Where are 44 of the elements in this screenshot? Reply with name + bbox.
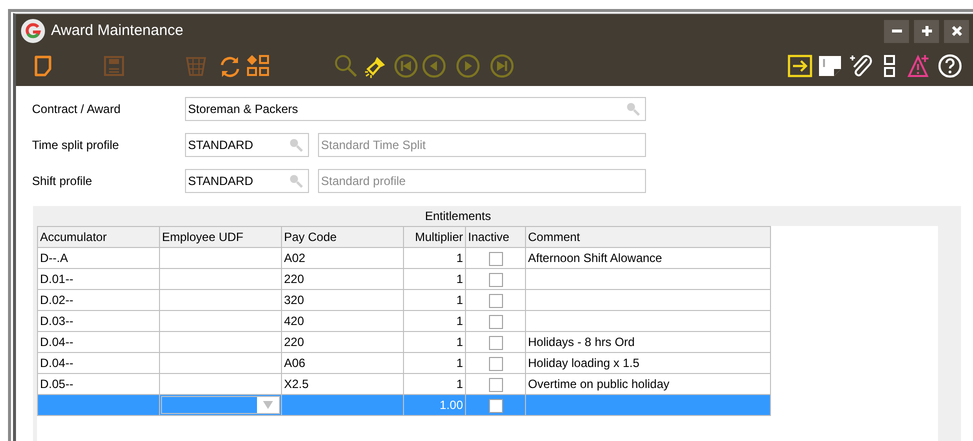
help-icon[interactable] xyxy=(937,53,963,79)
table-row[interactable]: D.03-- 420 1 xyxy=(38,310,770,332)
table-row[interactable]: D.04-- 220 1 Holidays - 8 hrs Ord xyxy=(38,332,770,352)
field-label: Contract / Award xyxy=(32,101,122,118)
column-header: Accumulator xyxy=(38,226,160,248)
lookup-field[interactable]: STANDARD xyxy=(185,169,309,193)
description-field: Standard profile xyxy=(318,169,646,193)
app-logo-icon xyxy=(21,19,45,43)
table-cell: 1.00 xyxy=(404,394,466,416)
column-header: Comment xyxy=(526,226,770,248)
table-row[interactable]: D.04-- A06 1 Holiday loading x 1.5 xyxy=(38,352,770,374)
search-icon[interactable] xyxy=(625,101,641,117)
search-icon[interactable] xyxy=(288,173,304,189)
note-icon[interactable] xyxy=(817,53,843,79)
checkbox[interactable] xyxy=(488,294,502,308)
field-label: Time split profile xyxy=(32,137,120,154)
table-row[interactable]: D.05-- X2.5 1 Overtime on public holiday xyxy=(38,374,770,394)
column-header: Pay Code xyxy=(282,226,404,248)
checkbox[interactable] xyxy=(488,272,502,287)
field-label: Shift profile xyxy=(32,173,94,190)
checkbox[interactable] xyxy=(488,336,502,350)
search-icon[interactable] xyxy=(288,137,304,153)
checkbox[interactable] xyxy=(488,356,502,371)
window-title: Award Maintenance xyxy=(51,20,184,41)
grid-title: Entitlements xyxy=(424,208,492,225)
checkbox[interactable] xyxy=(488,398,502,413)
paperclip-icon[interactable] xyxy=(847,53,873,79)
checkbox[interactable] xyxy=(488,378,502,392)
exit-icon[interactable] xyxy=(787,53,813,79)
maximize-button[interactable] xyxy=(914,20,939,42)
close-button[interactable] xyxy=(944,20,969,42)
checkbox[interactable] xyxy=(488,252,502,266)
lookup-field[interactable]: Storeman & Packers xyxy=(185,97,646,121)
dropdown-field[interactable] xyxy=(161,396,280,414)
table-row[interactable]: D.01-- 220 1 xyxy=(38,268,770,290)
checkbox[interactable] xyxy=(488,314,502,329)
table-row[interactable]: D--.A A02 1 Afternoon Shift Alowance xyxy=(38,248,770,268)
minimize-button[interactable] xyxy=(884,20,909,42)
lookup-field[interactable]: STANDARD xyxy=(185,133,309,157)
dropdown-arrow-icon[interactable] xyxy=(263,401,273,409)
column-header: Employee UDF xyxy=(160,226,282,248)
hierarchy-icon[interactable] xyxy=(245,53,271,79)
table-row[interactable]: D.02-- 320 1 xyxy=(38,290,770,310)
description-field: Standard Time Split xyxy=(318,133,646,157)
